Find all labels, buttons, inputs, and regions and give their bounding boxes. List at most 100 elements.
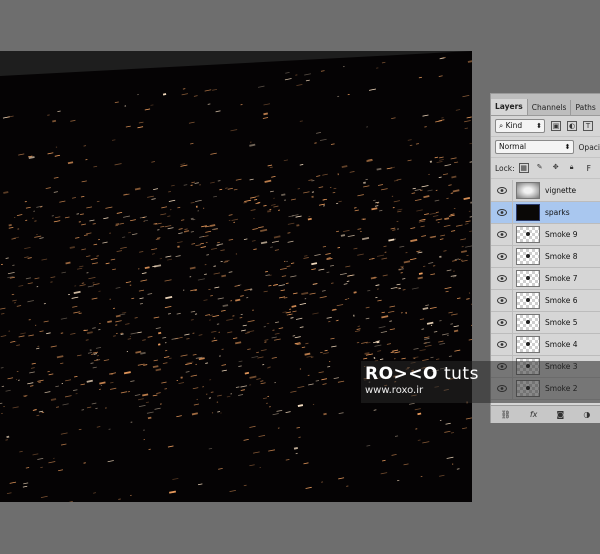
brush-lock-icon[interactable]: ✎ [535,163,545,173]
layer-row[interactable]: Smoke 6 [491,289,600,312]
spark [65,379,72,382]
spark [162,362,168,364]
spark [455,109,461,111]
spark [181,93,188,96]
spark [90,362,94,364]
spark [192,218,196,221]
layer-row[interactable]: Smoke 4 [491,333,600,356]
pixel-filter-icon[interactable]: ▣ [551,121,561,131]
eye-icon[interactable] [491,201,513,224]
adjustment-icon[interactable]: ◑ [583,410,590,419]
spark [274,338,281,341]
lock-transparent-icon[interactable]: ▦ [518,163,529,173]
mask-icon[interactable]: ◙ [557,410,565,419]
eye-icon[interactable] [491,333,513,356]
layer-row[interactable]: vignette [491,179,600,202]
spark [263,112,268,116]
spark [452,189,460,193]
spark [130,380,135,382]
tab-channels[interactable]: Channels [528,100,572,115]
layer-row[interactable]: Smoke 5 [491,311,600,334]
type-filter-icon[interactable]: T [583,121,593,131]
spark [416,250,421,253]
spark [60,432,68,435]
spark [379,209,383,212]
spark [435,211,439,213]
spark [390,351,395,354]
spark [228,238,234,241]
spark [54,154,61,157]
layer-row[interactable]: Smoke 7 [491,267,600,290]
spark [120,391,128,394]
spark [29,371,35,374]
spark [213,272,220,275]
spark [409,402,415,405]
spark [412,356,419,359]
spark [55,385,59,388]
spark [16,344,21,346]
spark [323,412,327,416]
spark [332,191,336,194]
spark [27,382,34,385]
spark [0,367,4,369]
spark [155,238,160,240]
lock-all-icon[interactable]: 🔒︎ [567,163,577,173]
layer-row[interactable]: Smoke 9 [491,223,600,246]
spark [377,184,384,186]
spark [140,279,148,282]
layer-thumbnail [516,336,540,353]
spark [102,241,108,244]
fill-label: F [586,163,591,173]
spark [399,245,405,248]
spark [105,262,110,265]
spark [116,250,123,253]
eye-icon[interactable] [491,223,513,246]
spark [469,161,472,163]
spark [397,210,402,213]
eye-icon[interactable] [491,289,513,312]
document-canvas[interactable] [0,51,472,502]
tab-paths[interactable]: Paths [571,100,600,115]
spark [287,240,294,243]
spark [38,410,44,413]
eye-icon[interactable] [491,179,513,202]
spark [363,357,368,360]
tab-layers[interactable]: Layers [491,99,528,115]
spark [219,188,223,191]
spark [25,277,31,280]
filter-kind-select[interactable]: ⌕ Kind ⬍ [495,119,545,133]
spark [142,393,149,397]
layer-row[interactable]: sparks [491,201,600,224]
layer-row[interactable]: Smoke 8 [491,245,600,268]
spark [147,195,154,198]
blend-mode-select[interactable]: Normal ⬍ [495,140,574,154]
layer-name: Smoke 7 [545,274,578,283]
spark [154,407,161,410]
spark [427,189,433,192]
spark [417,251,423,254]
spark [357,194,364,197]
spark [460,238,467,241]
spark [304,73,312,76]
fx-icon[interactable]: fx [530,410,538,419]
link-icon[interactable]: ⛓ [501,410,511,419]
spark [286,265,291,268]
adjustment-filter-icon[interactable]: ◐ [567,121,577,131]
spark [195,199,202,202]
move-lock-icon[interactable]: ✥ [551,163,561,173]
spark [283,159,288,162]
eye-icon[interactable] [491,245,513,268]
spark [203,299,208,301]
spark [274,332,280,335]
spark [301,291,309,296]
eye-icon[interactable] [491,311,513,334]
spark [107,460,114,463]
spark [115,320,122,323]
spark [308,383,314,386]
spark [357,253,364,256]
eye-icon[interactable] [491,267,513,290]
spark [22,485,28,488]
spark [249,178,254,181]
spark [381,315,389,319]
spark [410,227,416,230]
